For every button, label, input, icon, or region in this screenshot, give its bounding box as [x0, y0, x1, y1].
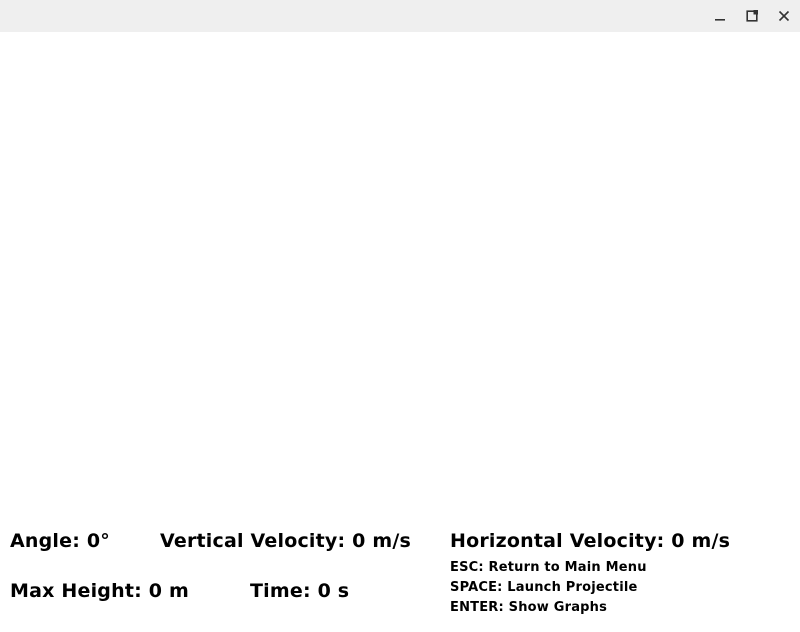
time-readout: Time: 0 s [250, 580, 350, 602]
app-window: Angle: 0° Vertical Velocity: 0 m/s Horiz… [0, 0, 800, 632]
maximize-button[interactable] [736, 0, 768, 32]
help-enter: ENTER: Show Graphs [450, 600, 608, 615]
close-icon [778, 10, 790, 22]
minimize-icon [714, 10, 726, 22]
minimize-button[interactable] [704, 0, 736, 32]
angle-readout: Angle: 0° [10, 530, 110, 552]
help-esc: ESC: Return to Main Menu [450, 560, 647, 575]
title-bar[interactable] [0, 0, 800, 32]
vertical-velocity-readout: Vertical Velocity: 0 m/s [160, 530, 411, 552]
horizontal-velocity-readout: Horizontal Velocity: 0 m/s [450, 530, 731, 552]
max-height-readout: Max Height: 0 m [10, 580, 189, 602]
help-space: SPACE: Launch Projectile [450, 580, 638, 595]
close-button[interactable] [768, 0, 800, 32]
maximize-icon [746, 10, 758, 22]
